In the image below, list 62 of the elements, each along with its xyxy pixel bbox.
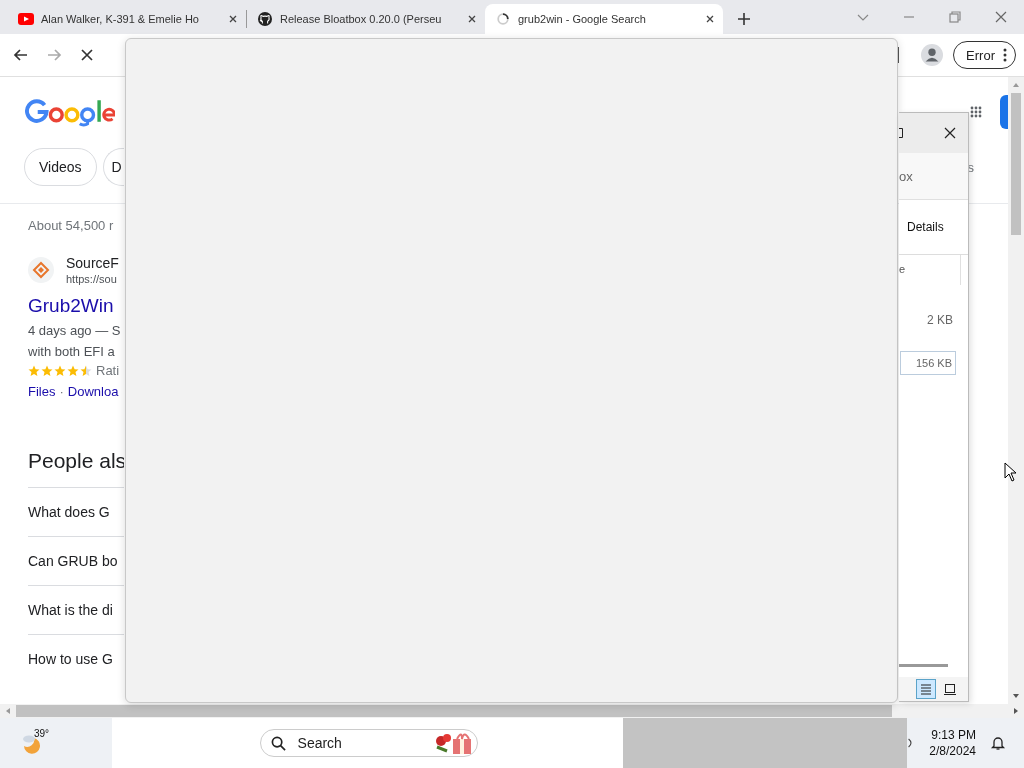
star-icon (28, 364, 40, 377)
lines-icon (920, 683, 932, 695)
vertical-scrollbar[interactable] (1008, 77, 1024, 704)
play-logo-icon (18, 12, 34, 26)
star-icon (41, 364, 53, 377)
back-arrow-icon[interactable] (13, 47, 29, 63)
search-icon (270, 735, 286, 751)
profile-avatar-icon[interactable] (921, 44, 944, 66)
clock-date[interactable]: 2/8/2024 (929, 744, 976, 758)
result-count: About 54,500 r (28, 218, 115, 233)
sitelink[interactable]: Files (28, 384, 56, 399)
star-icon (80, 364, 92, 377)
mouse-pointer-icon (1004, 462, 1016, 482)
scrollbar-thumb[interactable] (1011, 93, 1021, 235)
file-size: 2 KB (926, 313, 954, 327)
weather-temperature: 39° (34, 728, 50, 739)
horizontal-scrollbar[interactable] (899, 664, 948, 667)
dialog-title: ox (899, 168, 913, 184)
maximize-icon[interactable] (899, 128, 903, 138)
horizontal-scrollbar[interactable] (0, 704, 1024, 718)
scroll-right-arrow-icon[interactable] (1012, 707, 1020, 715)
details-tab[interactable]: Details (907, 220, 944, 234)
new-tab-icon[interactable] (737, 12, 751, 26)
link-separator: · (59, 384, 64, 399)
close-icon[interactable] (705, 14, 715, 24)
clock-time[interactable]: 9:13 PM (931, 728, 976, 742)
result-snippet: 4 days ago — S (28, 323, 122, 338)
site-url: https://sou (66, 273, 118, 285)
site-name: SourceF (66, 255, 119, 271)
sitelink[interactable]: Downloa (67, 384, 119, 399)
multicolor-logo-icon (25, 97, 115, 127)
star-icon (67, 364, 79, 377)
rating-label: Rati (96, 363, 120, 378)
browser-tab[interactable]: Alan Walker, K-391 & Emelie Ho (8, 4, 246, 34)
browser-tab[interactable]: grub2win - Google Search (485, 4, 723, 34)
question-row[interactable]: How to use G (28, 634, 124, 683)
close-icon[interactable] (467, 14, 477, 24)
taskbar-search-field[interactable]: Search (259, 729, 478, 757)
sign-in-button[interactable] (1000, 95, 1008, 129)
close-icon[interactable] (944, 127, 956, 139)
notification-bell-icon[interactable] (990, 735, 1006, 751)
apps-grid-icon[interactable] (970, 106, 982, 118)
loading-spinner-icon (495, 12, 511, 26)
browser-tab[interactable]: Release Bloatbox 0.20.0 (Perseu (247, 4, 485, 34)
diamond-favicon-icon (28, 257, 54, 283)
question-row[interactable]: What is the di (28, 585, 124, 634)
star-icon (54, 364, 66, 377)
more-icon[interactable] (1003, 48, 1007, 62)
result-title-link[interactable]: Grub2Win (28, 295, 124, 317)
cat-logo-icon (257, 12, 273, 26)
result-snippet: with both EFI a (28, 344, 116, 359)
column-header[interactable]: e (899, 263, 906, 275)
scroll-down-arrow-icon[interactable] (1012, 692, 1020, 700)
search-input[interactable]: Search (295, 734, 433, 752)
question-row[interactable]: What does G (28, 487, 124, 536)
profile-error-button[interactable]: Error (953, 41, 1016, 69)
close-icon[interactable] (228, 14, 238, 24)
scrollbar-thumb[interactable] (16, 705, 892, 717)
stop-icon[interactable] (79, 47, 95, 63)
question-row[interactable]: Can GRUB bo (28, 536, 124, 585)
window-icon (944, 683, 956, 695)
size-field[interactable]: 156 KB (900, 351, 956, 375)
